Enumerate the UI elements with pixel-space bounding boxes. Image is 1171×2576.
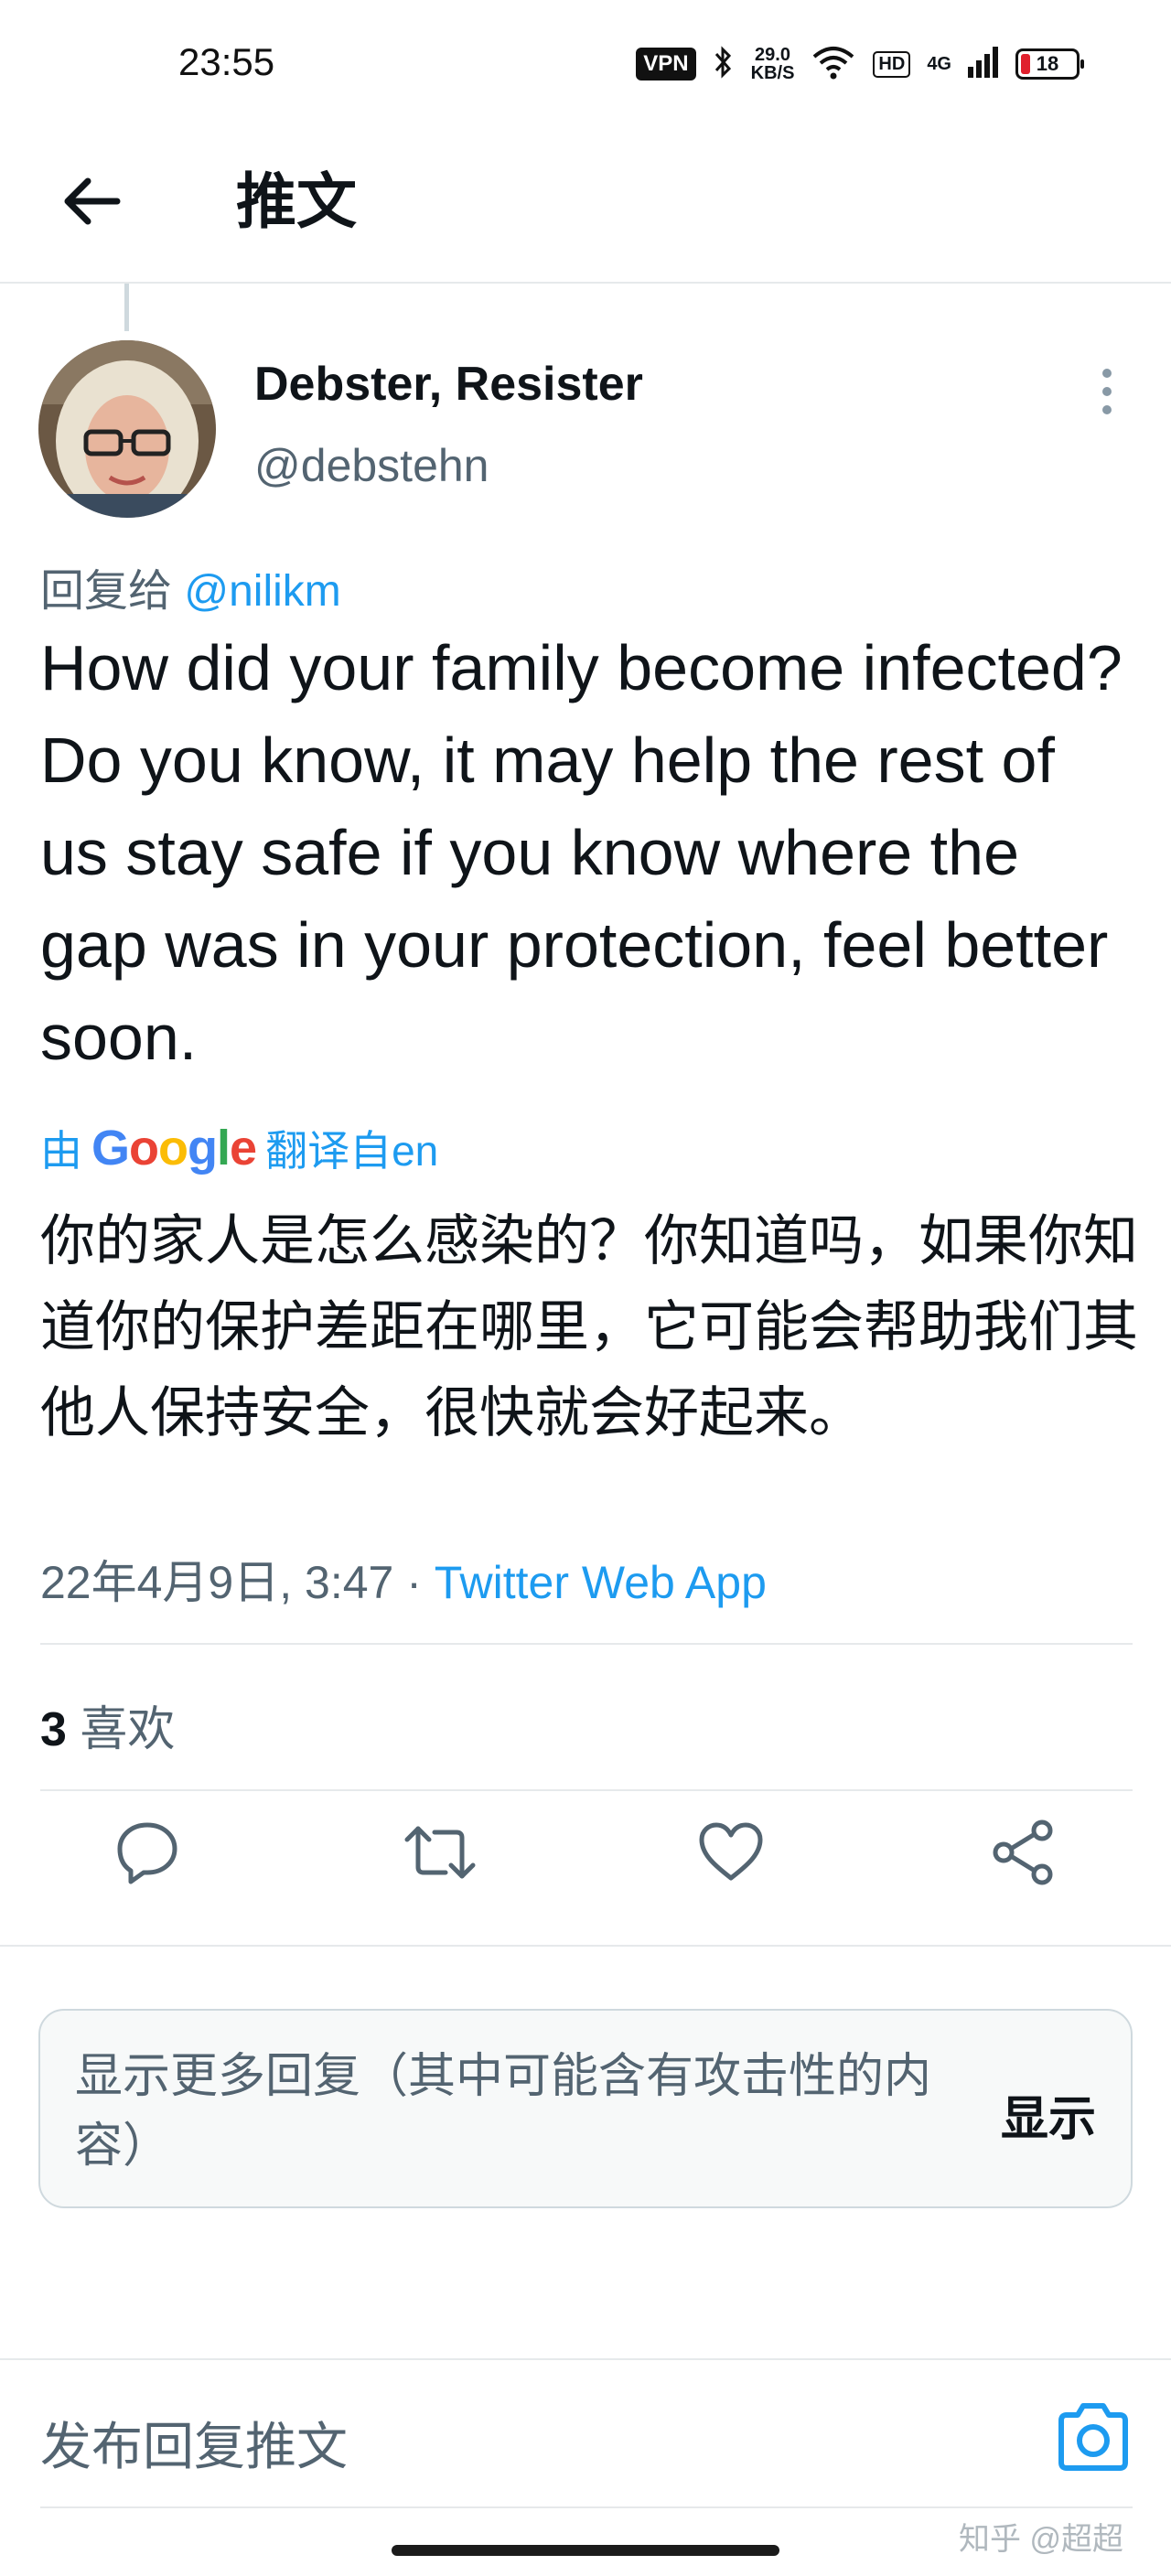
reply-icon bbox=[117, 1822, 177, 1884]
translate-prefix: 由 bbox=[40, 1127, 82, 1175]
author-name[interactable]: Debster, Resister bbox=[254, 357, 643, 412]
battery-level: 18 bbox=[1036, 52, 1059, 75]
retweet-button[interactable] bbox=[390, 1802, 490, 1903]
watermark: 知乎 @超超 bbox=[959, 2522, 1123, 2557]
vpn-badge: VPN bbox=[636, 48, 696, 80]
likes-stat[interactable]: 3 喜欢 bbox=[40, 1690, 175, 1759]
speed-value: 29.0 bbox=[755, 45, 790, 65]
reply-to-label: 回复给 bbox=[40, 567, 173, 616]
hd-badge: HD bbox=[873, 50, 911, 78]
reply-to: 回复给 @nilikm bbox=[40, 554, 341, 618]
thread-line bbox=[124, 284, 129, 331]
page-title: 推文 bbox=[236, 167, 357, 235]
share-icon bbox=[993, 1819, 1053, 1885]
camera-icon bbox=[1058, 2403, 1128, 2471]
google-logo: Google bbox=[91, 1121, 257, 1175]
reply-mention-link[interactable]: @nilikm bbox=[184, 567, 340, 616]
reply-input[interactable]: 发布回复推文 bbox=[40, 2406, 348, 2480]
more-options-button[interactable] bbox=[1089, 364, 1125, 419]
camera-button[interactable] bbox=[1052, 2397, 1134, 2479]
retweet-icon bbox=[404, 1826, 476, 1879]
signal-icon bbox=[968, 46, 999, 82]
more-vertical-icon bbox=[1102, 369, 1112, 414]
translate-suffix: 翻译自en bbox=[265, 1127, 439, 1175]
network-speed: 29.0 KB/S bbox=[751, 46, 795, 82]
tweet-text: How did your family become infected? Do … bbox=[40, 632, 1123, 1073]
divider bbox=[40, 2506, 1133, 2508]
translated-text: 你的家人是怎么感染的？你知道吗，如果你知道你的保护差距在哪里，它可能会帮助我们其… bbox=[40, 1210, 1138, 1444]
status-icons: VPN 29.0 KB/S HD 4G 18 bbox=[636, 40, 1084, 88]
home-indicator[interactable] bbox=[392, 2545, 779, 2556]
more-replies-text: 显示更多回复（其中可能含有攻击性的内容） bbox=[75, 2050, 932, 2173]
share-button[interactable] bbox=[973, 1802, 1074, 1903]
bluetooth-icon bbox=[713, 45, 735, 84]
divider bbox=[40, 1789, 1133, 1791]
reply-composer[interactable]: 发布回复推文 bbox=[0, 2360, 1171, 2506]
speed-unit: KB/S bbox=[750, 63, 795, 83]
network-type: 4G bbox=[927, 53, 951, 74]
battery-icon: 18 bbox=[1015, 48, 1084, 80]
reply-button[interactable] bbox=[97, 1802, 198, 1903]
like-icon bbox=[699, 1822, 763, 1881]
show-more-replies-card[interactable]: 显示更多回复（其中可能含有攻击性的内容） 显示 bbox=[38, 2009, 1133, 2208]
like-button[interactable] bbox=[681, 1802, 781, 1903]
action-bar bbox=[0, 1793, 1171, 1912]
source-app-link[interactable]: Twitter Web App bbox=[435, 1557, 767, 1608]
like-label: 喜欢 bbox=[66, 1703, 176, 1756]
status-bar: 23:55 VPN 29.0 KB/S HD 4G 18 bbox=[0, 0, 1171, 128]
tweet-timestamp: 22年4月9日, 3:47 · bbox=[40, 1557, 435, 1608]
show-button[interactable]: 显示 bbox=[1001, 2080, 1096, 2149]
back-arrow-icon bbox=[64, 177, 121, 225]
wifi-icon bbox=[811, 44, 856, 85]
top-bar: 推文 bbox=[0, 128, 1171, 284]
divider bbox=[40, 1643, 1133, 1645]
avatar-image bbox=[38, 340, 216, 518]
author-handle[interactable]: @debstehn bbox=[254, 439, 489, 492]
back-button[interactable] bbox=[57, 165, 130, 238]
tweet-meta: 22年4月9日, 3:47 · Twitter Web App bbox=[40, 1546, 767, 1612]
translation-attribution: 由 Google 翻译自en bbox=[40, 1118, 438, 1178]
avatar[interactable] bbox=[38, 340, 216, 518]
like-count: 3 bbox=[40, 1703, 67, 1756]
status-time: 23:55 bbox=[178, 40, 275, 83]
divider bbox=[0, 1945, 1171, 1947]
